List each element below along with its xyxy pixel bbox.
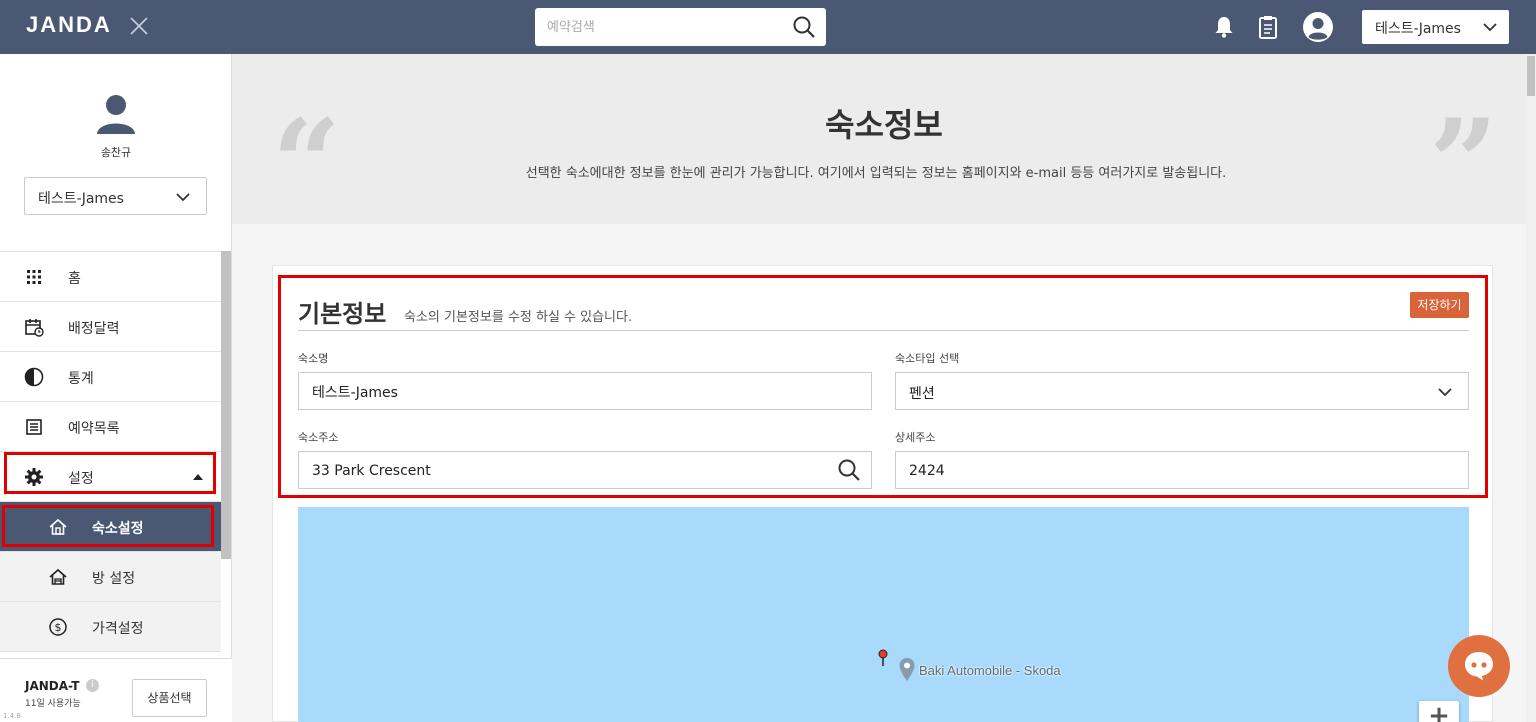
detail-address-label: 상세주소 bbox=[895, 431, 936, 444]
property-type-value: 펜션 bbox=[909, 386, 935, 402]
section-description: 숙소의 기본정보를 수정 하실 수 있습니다. bbox=[404, 310, 633, 325]
property-type-label: 숙소타입 선택 bbox=[895, 352, 960, 365]
sidebar-item-home[interactable]: 홈 bbox=[0, 252, 221, 302]
section-title: 기본정보 bbox=[298, 300, 387, 328]
plan-name: JANDA-T bbox=[25, 679, 80, 693]
map-view[interactable]: Baki Automobile - Skoda + bbox=[298, 507, 1469, 722]
section-divider bbox=[298, 330, 1469, 331]
house-icon bbox=[49, 518, 67, 535]
user-account-icon[interactable] bbox=[1302, 11, 1334, 43]
clipboard-icon[interactable] bbox=[1254, 13, 1282, 41]
property-name-label: 숙소명 bbox=[298, 352, 329, 365]
caret-up-icon bbox=[193, 474, 203, 480]
place-pin-icon[interactable] bbox=[898, 657, 916, 683]
page-description-text: 선택한 숙소에대한 정보를 한눈에 관리가 가능합니다. 여기에서 입력되는 정… bbox=[525, 166, 1227, 181]
info-icon[interactable]: i bbox=[86, 679, 99, 692]
sidebar-item-label: 숙소설정 bbox=[92, 521, 144, 537]
sidebar-item-label: 가격설정 bbox=[92, 621, 144, 637]
save-button[interactable]: 저장하기 bbox=[1410, 292, 1469, 318]
chevron-down-icon bbox=[1483, 23, 1497, 32]
select-plan-button[interactable]: 상품선택 bbox=[132, 679, 207, 717]
chevron-down-icon bbox=[176, 193, 190, 202]
avatar bbox=[97, 95, 135, 134]
plan-panel: JANDA-T i 11일 사용가능 상품선택 bbox=[0, 658, 232, 722]
close-icon[interactable] bbox=[127, 14, 151, 38]
reservation-search-box bbox=[535, 8, 826, 46]
sidebar-item-label: 배정달력 bbox=[68, 321, 120, 337]
detail-address-input[interactable] bbox=[909, 461, 1367, 481]
property-type-select[interactable]: 펜션 bbox=[895, 372, 1469, 410]
grid-icon bbox=[27, 270, 41, 284]
sidebar: 송찬규 테스트-James 홈 배정달력 통계 예약목록 설정 숙소설정 방 설… bbox=[0, 54, 232, 722]
sidebar-item-room-settings[interactable]: 방 설정 bbox=[0, 552, 221, 602]
sidebar-menu: 홈 배정달력 통계 예약목록 설정 숙소설정 방 설정 $ 가격설정 bbox=[0, 251, 221, 652]
sidebar-item-property-settings[interactable]: 숙소설정 bbox=[0, 502, 221, 552]
top-navigation-bar: JANDA 테스트-James bbox=[0, 0, 1536, 54]
sidebar-item-reservations[interactable]: 예약목록 bbox=[0, 402, 221, 452]
detail-address-field bbox=[895, 451, 1469, 489]
sidebar-item-label: 홈 bbox=[68, 271, 81, 287]
reservation-search-input[interactable] bbox=[547, 16, 777, 38]
sidebar-item-label: 방 설정 bbox=[92, 571, 136, 587]
sidebar-scrollbar[interactable] bbox=[221, 251, 231, 559]
scrollbar-thumb[interactable] bbox=[1527, 56, 1535, 96]
calendar-icon bbox=[25, 319, 44, 337]
sidebar-property-value: 테스트-James bbox=[38, 191, 124, 207]
bell-icon[interactable] bbox=[1210, 13, 1238, 41]
gear-icon bbox=[25, 468, 43, 486]
sidebar-item-label: 통계 bbox=[68, 371, 94, 387]
list-icon bbox=[26, 419, 42, 435]
address-label: 숙소주소 bbox=[298, 431, 339, 444]
sidebar-item-statistics[interactable]: 통계 bbox=[0, 352, 221, 402]
address-field bbox=[298, 451, 872, 489]
user-name: 송찬규 bbox=[100, 146, 132, 159]
chat-icon bbox=[1465, 652, 1493, 681]
sidebar-item-label: 예약목록 bbox=[68, 421, 120, 437]
sidebar-item-price-settings[interactable]: $ 가격설정 bbox=[0, 602, 221, 652]
map-place-label[interactable]: Baki Automobile - Skoda bbox=[919, 663, 1061, 678]
page-title: 숙소정보 bbox=[825, 106, 943, 144]
plan-days-remaining: 11일 사용가능 bbox=[25, 699, 81, 709]
search-icon[interactable] bbox=[837, 458, 861, 482]
pie-chart-icon bbox=[24, 367, 44, 387]
property-select[interactable]: 테스트-James bbox=[1362, 10, 1509, 44]
room-icon bbox=[49, 568, 67, 585]
svg-text:$: $ bbox=[55, 621, 62, 634]
chevron-down-icon bbox=[1438, 388, 1452, 397]
page-description: 선택한 숙소에대한 정보를 한눈에 관리가 가능합니다. 여기에서 입력되는 정… bbox=[232, 162, 1536, 181]
address-input[interactable] bbox=[312, 461, 770, 481]
zoom-in-button[interactable]: + bbox=[1419, 701, 1459, 722]
property-name-field bbox=[298, 372, 872, 410]
dollar-icon: $ bbox=[49, 618, 67, 636]
page-scrollbar[interactable] bbox=[1526, 54, 1536, 722]
version-label: 1.4.8 bbox=[3, 712, 21, 720]
chat-button[interactable] bbox=[1448, 635, 1510, 697]
app-logo[interactable]: JANDA bbox=[26, 12, 112, 38]
property-select-value: 테스트-James bbox=[1375, 21, 1461, 37]
sidebar-item-calendar[interactable]: 배정달력 bbox=[0, 302, 221, 352]
page-header: “ ” 숙소정보 선택한 숙소에대한 정보를 한눈에 관리가 가능합니다. 여기… bbox=[232, 54, 1536, 224]
map-marker-icon[interactable] bbox=[878, 649, 888, 667]
sidebar-item-label: 설정 bbox=[68, 471, 94, 487]
sidebar-item-settings[interactable]: 설정 bbox=[0, 452, 221, 502]
property-name-input[interactable] bbox=[312, 382, 770, 402]
search-icon[interactable] bbox=[792, 15, 816, 39]
sidebar-property-select[interactable]: 테스트-James bbox=[24, 177, 207, 215]
